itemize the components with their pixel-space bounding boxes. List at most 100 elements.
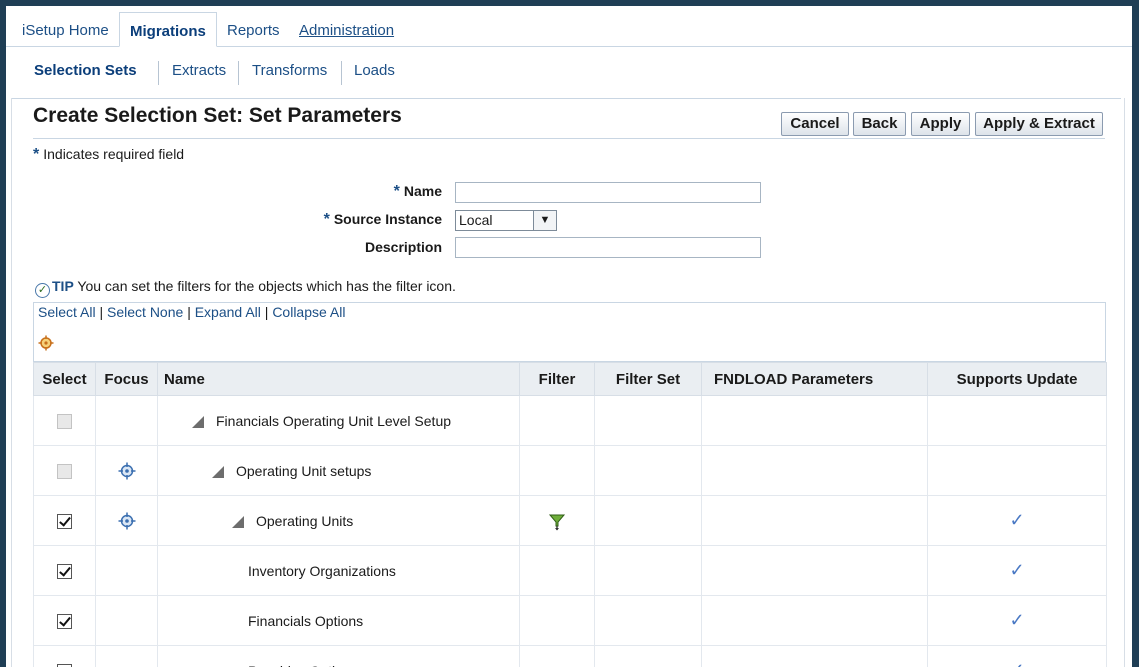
table-row: Inventory Organizations ✓	[33, 545, 1107, 596]
filter-cell	[519, 495, 595, 546]
required-note-text: Indicates required field	[43, 146, 185, 162]
row-name: Operating Unit setups	[236, 462, 372, 479]
tab-reports[interactable]: Reports	[217, 12, 290, 46]
select-none-link[interactable]: Select None	[107, 304, 183, 320]
checkmark-icon: ✓	[1009, 510, 1025, 530]
row-name: Financials Options	[248, 612, 364, 629]
subtab-loads[interactable]: Loads	[354, 58, 395, 84]
fndload-parameters-cell	[701, 395, 928, 446]
fndload-parameters-cell	[701, 495, 928, 546]
col-header-fndload-parameters: FNDLOAD Parameters	[701, 362, 928, 396]
required-star: *	[33, 146, 40, 163]
collapse-triangle-icon[interactable]	[192, 415, 204, 428]
col-header-focus: Focus	[95, 362, 158, 396]
col-header-name: Name	[157, 362, 520, 396]
filter-set-cell	[594, 545, 702, 596]
focus-root-icon[interactable]	[38, 335, 54, 351]
name-cell: Financials Options	[157, 595, 520, 646]
crosshair-icon[interactable]	[118, 512, 136, 530]
link-separator: |	[264, 304, 269, 320]
focus-cell	[95, 495, 158, 546]
chevron-down-icon[interactable]: ▼	[533, 211, 556, 230]
description-input[interactable]	[455, 237, 761, 258]
select-cell	[33, 445, 96, 496]
select-cell	[33, 545, 96, 596]
select-checkbox[interactable]	[57, 613, 72, 629]
fndload-parameters-cell	[701, 445, 928, 496]
supports-update-cell	[927, 445, 1107, 496]
fndload-parameters-cell	[701, 595, 928, 646]
name-label: * Name	[394, 183, 442, 201]
collapse-triangle-icon[interactable]	[232, 515, 244, 528]
supports-update-cell: ✓	[927, 495, 1107, 546]
checkmark-icon: ✓	[1009, 610, 1025, 630]
tip-check-icon: ✓	[35, 283, 50, 298]
funnel-icon[interactable]	[547, 511, 567, 531]
table-row: Financials Operating Unit Level Setup	[33, 395, 1107, 446]
source-instance-label: * Source Instance	[324, 211, 442, 229]
table-control-links: Select All | Select None | Expand All | …	[38, 304, 345, 320]
back-button[interactable]: Back	[853, 112, 906, 136]
link-separator: |	[187, 304, 191, 320]
select-checkbox	[57, 463, 72, 479]
global-tabs: iSetup Home Migrations Reports Administr…	[6, 6, 1132, 47]
name-input[interactable]	[455, 182, 761, 203]
app-window: iSetup Home Migrations Reports Administr…	[6, 6, 1132, 667]
tab-isetup-home[interactable]: iSetup Home	[12, 12, 119, 46]
table-row: Operating Units ✓	[33, 495, 1107, 546]
page-title: Create Selection Set: Set Parameters	[33, 104, 402, 127]
row-name: Inventory Organizations	[248, 562, 396, 579]
subtab-selection-sets[interactable]: Selection Sets	[34, 58, 137, 84]
collapse-all-link[interactable]: Collapse All	[272, 304, 345, 320]
page-border-left	[11, 98, 12, 667]
tab-migrations[interactable]: Migrations	[119, 12, 217, 47]
checkmark-icon: ✓	[1009, 660, 1024, 667]
required-star: *	[393, 183, 400, 200]
table-header-row: Select Focus Name Filter Filter Set FNDL…	[33, 362, 1107, 396]
filter-cell	[519, 395, 595, 446]
focus-cell	[95, 395, 158, 446]
col-header-select: Select	[33, 362, 96, 396]
supports-update-cell: ✓	[927, 545, 1107, 596]
name-cell: Financials Operating Unit Level Setup	[157, 395, 520, 446]
filter-set-cell	[594, 445, 702, 496]
expand-all-link[interactable]: Expand All	[195, 304, 261, 320]
col-header-filter-set: Filter Set	[594, 362, 702, 396]
table-row: Financials Options ✓	[33, 595, 1107, 646]
select-checkbox[interactable]	[57, 513, 72, 529]
tab-administration[interactable]: Administration	[289, 12, 404, 46]
table-row: Payables Options ✓	[33, 645, 1107, 667]
subtab-extracts[interactable]: Extracts	[172, 58, 226, 84]
row-name: Payables Options	[248, 663, 358, 667]
filter-set-cell	[594, 495, 702, 546]
source-instance-value: Local	[459, 212, 493, 228]
name-cell: Operating Units	[157, 495, 520, 546]
select-all-link[interactable]: Select All	[38, 304, 96, 320]
filter-cell	[519, 595, 595, 646]
subtab-transforms[interactable]: Transforms	[252, 58, 327, 84]
name-cell: Operating Unit setups	[157, 445, 520, 496]
filter-set-cell	[594, 395, 702, 446]
title-divider	[33, 138, 1105, 139]
subtab-divider	[341, 61, 342, 85]
name-cell: Payables Options	[157, 645, 520, 667]
focus-cell	[95, 645, 158, 667]
collapse-triangle-icon[interactable]	[212, 465, 224, 478]
cancel-button[interactable]: Cancel	[781, 112, 849, 136]
apply-extract-button[interactable]: Apply & Extract	[975, 112, 1103, 136]
supports-update-cell	[927, 395, 1107, 446]
filter-cell	[519, 545, 595, 596]
checkmark-icon: ✓	[1009, 560, 1025, 580]
focus-cell	[95, 595, 158, 646]
apply-button[interactable]: Apply	[911, 112, 970, 136]
select-checkbox[interactable]	[57, 563, 72, 579]
selection-set-table: Select Focus Name Filter Filter Set FNDL…	[33, 362, 1107, 667]
source-instance-select[interactable]: Local ▼	[455, 210, 557, 231]
focus-cell	[95, 445, 158, 496]
col-header-supports-update: Supports Update	[927, 362, 1107, 396]
row-name: Operating Units	[256, 512, 354, 529]
crosshair-icon[interactable]	[118, 462, 136, 480]
supports-update-cell: ✓	[927, 595, 1107, 646]
table-controls: Select All | Select None | Expand All | …	[33, 302, 1106, 362]
select-cell	[33, 395, 96, 446]
